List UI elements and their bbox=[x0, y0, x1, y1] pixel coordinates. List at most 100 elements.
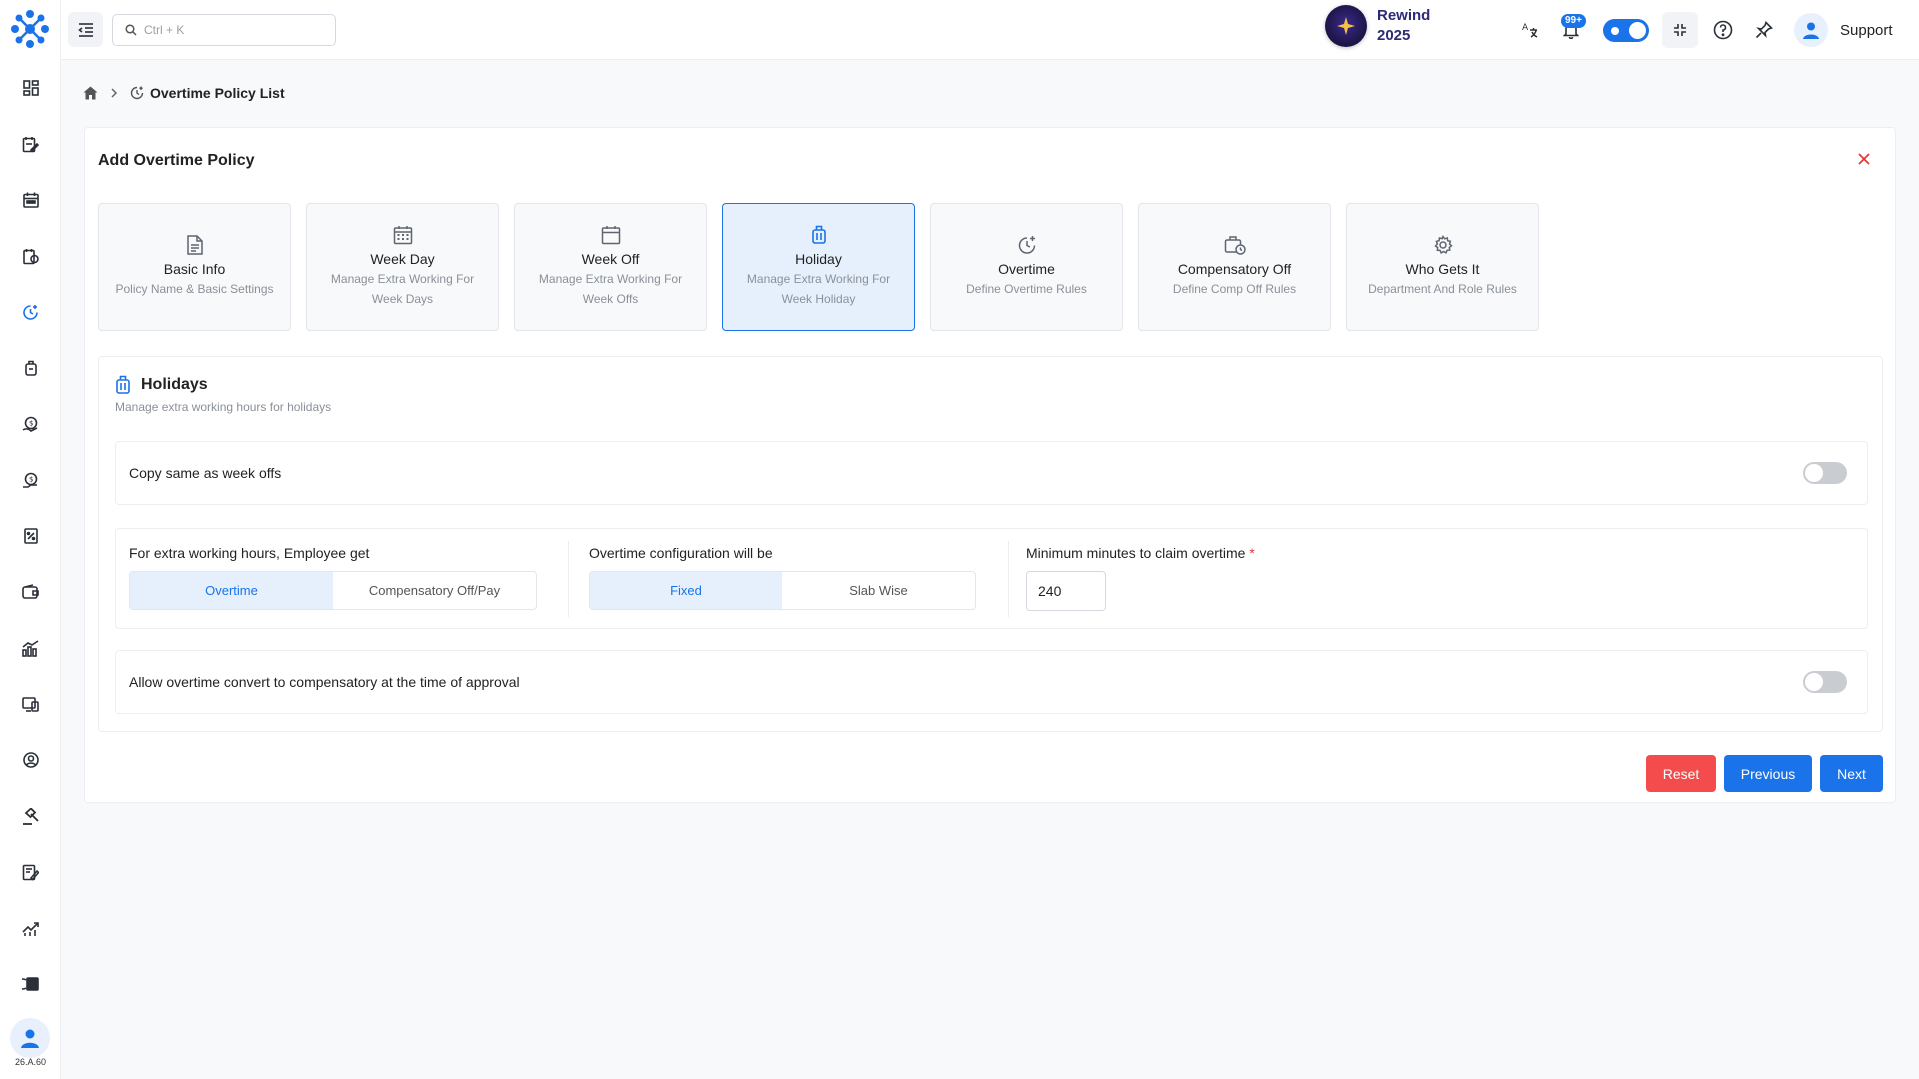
step-basic-info[interactable]: Basic Info Policy Name & Basic Settings bbox=[98, 203, 291, 331]
step-week-day[interactable]: Week Day Manage Extra Working For Week D… bbox=[306, 203, 499, 331]
sidebar-item-profile[interactable] bbox=[0, 732, 61, 788]
reports-icon bbox=[21, 921, 39, 936]
svg-text:A: A bbox=[1522, 23, 1529, 33]
sidebar-item-wallet[interactable] bbox=[0, 564, 61, 620]
search-icon bbox=[125, 24, 137, 36]
option-compensatory-off-pay[interactable]: Compensatory Off/Pay bbox=[333, 572, 536, 609]
calendar-icon bbox=[22, 192, 39, 208]
sidebar-nav: $ $ bbox=[0, 60, 61, 1012]
step-title: Compensatory Off bbox=[1177, 261, 1292, 277]
previous-button[interactable]: Previous bbox=[1724, 755, 1812, 792]
support-menu[interactable]: Support bbox=[1794, 13, 1893, 47]
user-avatar[interactable] bbox=[10, 1018, 50, 1058]
sidebar-item-tax[interactable] bbox=[0, 508, 61, 564]
toggle-knob bbox=[1805, 464, 1823, 482]
support-label: Support bbox=[1840, 21, 1893, 39]
toggle-knob bbox=[1629, 22, 1646, 39]
convert-compensatory-toggle[interactable] bbox=[1803, 671, 1847, 693]
step-desc: Manage Extra Working For Week Holiday bbox=[746, 272, 891, 306]
holidays-section: Holidays Manage extra working hours for … bbox=[98, 356, 1883, 732]
sidebar-item-attendance[interactable] bbox=[0, 116, 61, 172]
leave-icon bbox=[23, 248, 39, 264]
next-button[interactable]: Next bbox=[1820, 755, 1883, 792]
gear-icon bbox=[1433, 235, 1453, 254]
sidebar-item-gavel[interactable] bbox=[0, 788, 61, 844]
pin-button[interactable] bbox=[1749, 15, 1779, 45]
menu-toggle-button[interactable] bbox=[68, 12, 103, 47]
min-minutes-input[interactable] bbox=[1026, 571, 1106, 611]
support-avatar bbox=[1794, 13, 1828, 47]
close-button[interactable] bbox=[1857, 152, 1875, 170]
breadcrumb-current: Overtime Policy List bbox=[130, 85, 285, 101]
sidebar-item-reimbursement[interactable]: $ bbox=[0, 396, 61, 452]
step-title: Holiday bbox=[795, 251, 842, 267]
step-desc: Manage Extra Working For Week Offs bbox=[538, 272, 683, 306]
close-icon bbox=[1858, 153, 1870, 165]
luggage-icon bbox=[116, 375, 130, 394]
copy-week-offs-toggle[interactable] bbox=[1803, 462, 1847, 484]
step-compensatory-off[interactable]: Compensatory Off Define Comp Off Rules bbox=[1138, 203, 1331, 331]
option-fixed[interactable]: Fixed bbox=[590, 572, 782, 609]
gavel-icon bbox=[22, 807, 39, 825]
overtime-config-box: For extra working hours, Employee get Ov… bbox=[115, 528, 1868, 629]
search-box[interactable]: Ctrl + K bbox=[112, 14, 336, 46]
sidebar-item-assets[interactable] bbox=[0, 676, 61, 732]
step-holiday[interactable]: Holiday Manage Extra Working For Week Ho… bbox=[722, 203, 915, 331]
sidebar-item-reports[interactable] bbox=[0, 900, 61, 956]
sidebar-item-settings-card[interactable] bbox=[0, 956, 61, 1012]
sidebar-item-bag[interactable] bbox=[0, 340, 61, 396]
sidebar-item-leave[interactable] bbox=[0, 228, 61, 284]
assets-icon bbox=[22, 696, 39, 712]
option-overtime[interactable]: Overtime bbox=[130, 572, 333, 609]
home-icon[interactable] bbox=[83, 86, 98, 100]
rewind-title: Rewind bbox=[1377, 7, 1431, 24]
sidebar-item-analytics[interactable] bbox=[0, 620, 61, 676]
section-title: Holidays bbox=[141, 376, 208, 393]
notes-icon bbox=[22, 864, 39, 881]
briefcase-clock-icon bbox=[1224, 236, 1246, 255]
document-icon bbox=[186, 235, 203, 255]
help-icon bbox=[1713, 20, 1733, 40]
sidebar-item-dashboard[interactable] bbox=[0, 60, 61, 116]
translate-icon: A bbox=[1522, 23, 1538, 38]
translate-button[interactable]: A bbox=[1515, 15, 1545, 45]
option-slab-wise[interactable]: Slab Wise bbox=[782, 572, 975, 609]
menu-collapse-icon bbox=[77, 22, 93, 37]
reimbursement-icon: $ bbox=[22, 416, 38, 432]
search-input[interactable]: Ctrl + K bbox=[144, 23, 184, 37]
sidebar-item-calendar[interactable] bbox=[0, 172, 61, 228]
tax-icon bbox=[23, 528, 38, 544]
dashboard-icon bbox=[22, 80, 39, 96]
min-minutes-label: Minimum minutes to claim overtime bbox=[1026, 545, 1246, 561]
theme-toggle[interactable] bbox=[1603, 19, 1649, 42]
chevron-right-icon bbox=[111, 88, 118, 98]
breadcrumb: Overtime Policy List bbox=[83, 85, 285, 101]
fullscreen-exit-button[interactable] bbox=[1662, 12, 1698, 48]
calendar-grid-icon bbox=[393, 226, 412, 245]
help-button[interactable] bbox=[1708, 15, 1738, 45]
required-marker: * bbox=[1249, 545, 1255, 561]
rewind-2025-button[interactable]: Rewind 2025 bbox=[1325, 5, 1430, 47]
reset-button[interactable]: Reset bbox=[1646, 755, 1716, 792]
toggle-dot bbox=[1611, 27, 1619, 35]
rewind-year: 2025 bbox=[1377, 27, 1411, 44]
overtime-clock-icon bbox=[130, 86, 144, 100]
wizard-steps: Basic Info Policy Name & Basic Settings … bbox=[98, 203, 1539, 331]
sidebar-item-overtime[interactable] bbox=[0, 284, 61, 340]
step-who-gets-it[interactable]: Who Gets It Department And Role Rules bbox=[1346, 203, 1539, 331]
step-desc: Define Comp Off Rules bbox=[1172, 282, 1297, 296]
sidebar-item-payroll[interactable]: $ bbox=[0, 452, 61, 508]
app-logo[interactable] bbox=[9, 8, 51, 50]
step-title: Basic Info bbox=[163, 261, 226, 277]
toggle-knob bbox=[1805, 673, 1823, 691]
step-overtime[interactable]: Overtime Define Overtime Rules bbox=[930, 203, 1123, 331]
step-title: Week Off bbox=[581, 251, 640, 267]
add-overtime-policy-card: Add Overtime Policy Basic Info Policy Na… bbox=[84, 127, 1896, 803]
convert-compensatory-row: Allow overtime convert to compensatory a… bbox=[115, 650, 1868, 714]
breadcrumb-current-label: Overtime Policy List bbox=[150, 85, 285, 101]
bag-icon bbox=[24, 360, 37, 376]
luggage-icon bbox=[811, 225, 826, 244]
step-title: Week Day bbox=[370, 251, 435, 267]
sidebar-item-notes[interactable] bbox=[0, 844, 61, 900]
step-week-off[interactable]: Week Off Manage Extra Working For Week O… bbox=[514, 203, 707, 331]
